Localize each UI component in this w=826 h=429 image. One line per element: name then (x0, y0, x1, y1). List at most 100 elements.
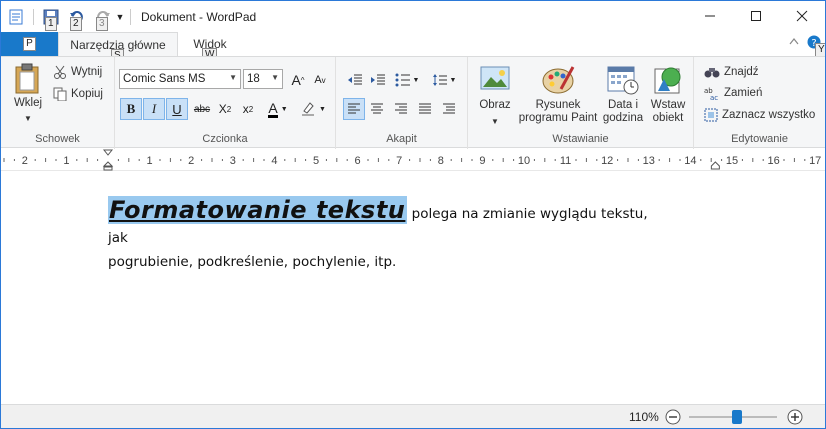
copy-button[interactable]: Kopiuj (53, 84, 103, 104)
ruler-label: 12 (601, 155, 613, 167)
font-family-combo[interactable]: Comic Sans MS ▼ (119, 69, 241, 89)
paragraph-group-label: Akapit (386, 133, 417, 145)
grow-font-button[interactable]: A ^ (287, 69, 309, 91)
object-icon (654, 67, 681, 94)
picture-dropdown-icon[interactable]: ▼ (491, 115, 499, 128)
redo-icon[interactable]: 3 (94, 7, 112, 31)
paste-dropdown-icon[interactable]: ▼ (24, 112, 32, 125)
document-text-line2: pogrubienie, podkreślenie, pochylenie, i… (108, 254, 397, 270)
first-line-indent-marker[interactable] (102, 149, 114, 156)
superscript-button[interactable]: x2 (237, 98, 259, 120)
zoom-slider[interactable] (689, 410, 777, 424)
paint-drawing-button[interactable]: Rysunek programu Paint (516, 65, 600, 125)
date-time-button[interactable]: Data i godzina (601, 65, 645, 125)
quick-access-toolbar: 1 2 3 ▼ (1, 1, 133, 32)
minus-circle-icon (665, 409, 681, 425)
picture-label: Obraz (479, 99, 511, 111)
highlighter-icon (302, 102, 315, 116)
binoculars-icon (704, 68, 720, 78)
paragraph-settings-button[interactable] (438, 98, 460, 120)
ruler-label: 2 (22, 155, 28, 167)
justify-icon (419, 103, 431, 114)
tab-home[interactable]: Narzędzia główne S (58, 32, 178, 63)
font-group: Comic Sans MS ▼ 18 ▼ A ^ Av B I U abc X2 … (115, 57, 336, 149)
calendar-clock-icon (607, 66, 639, 95)
zoom-out-button[interactable] (665, 409, 681, 425)
ruler[interactable]: 2 1 1 2 3 4 5 6 7 8 9 10 11 12 13 14 15 16 17 (1, 149, 825, 171)
justify-button[interactable] (414, 98, 436, 120)
font-color-button[interactable]: A ▼ (263, 98, 293, 120)
undo-icon[interactable]: 2 (68, 7, 86, 31)
svg-text:ac: ac (710, 94, 718, 100)
paragraph-group: ▼ ▼ Akapit (336, 57, 468, 149)
customize-qat-icon[interactable]: ▼ (114, 7, 126, 27)
app-icon[interactable] (7, 7, 25, 27)
highlight-button[interactable]: ▼ (297, 98, 329, 120)
find-button[interactable]: Znajdź (704, 62, 759, 82)
maximize-button[interactable] (733, 1, 779, 31)
paste-button[interactable]: Wklej ▼ (9, 63, 47, 125)
keytip-1: 1 (45, 16, 57, 31)
ruler-label: 5 (313, 155, 319, 167)
paint-label-line2: programu Paint (518, 112, 598, 124)
document-area[interactable]: Formatowanie tekstu polega na zmianie wy… (1, 172, 825, 404)
minimize-button[interactable] (687, 1, 733, 31)
strikethrough-button[interactable]: abc (191, 98, 213, 120)
zoom-slider-thumb[interactable] (731, 410, 742, 424)
tab-view[interactable]: Widok W (179, 32, 241, 62)
underline-button[interactable]: U (166, 98, 188, 120)
picture-icon (480, 66, 510, 90)
replace-button[interactable]: ab ac Zamień (704, 83, 762, 103)
minimize-ribbon-icon[interactable] (788, 35, 800, 49)
close-button[interactable] (779, 1, 825, 31)
increase-indent-button[interactable] (367, 69, 389, 91)
cut-label: Wytnij (71, 66, 103, 78)
paint-palette-icon (542, 66, 575, 94)
font-size-combo[interactable]: 18 ▼ (243, 69, 283, 89)
find-label: Znajdź (724, 66, 759, 78)
ruler-label: 3 (230, 155, 236, 167)
insert-object-button[interactable]: Wstaw obiekt (646, 65, 690, 125)
right-indent-marker[interactable] (710, 161, 720, 170)
bold-button[interactable]: B (120, 98, 142, 120)
ruler-label: 8 (438, 155, 444, 167)
keytip-help: Y (815, 43, 825, 57)
outdent-icon (348, 74, 362, 85)
bullets-button[interactable]: ▼ (391, 69, 423, 91)
select-all-button[interactable]: Zaznacz wszystko (704, 105, 815, 125)
font-color-icon: A (268, 99, 278, 118)
cut-button[interactable]: Wytnij (53, 62, 102, 82)
subscript-button[interactable]: X2 (214, 98, 236, 120)
file-tab[interactable]: P (1, 32, 58, 56)
ruler-label: 15 (726, 155, 738, 167)
help-icon[interactable]: ? Y (807, 35, 825, 57)
status-bar: 110% (1, 404, 825, 428)
replace-label: Zamień (724, 87, 763, 99)
align-left-button[interactable] (343, 98, 365, 120)
save-icon[interactable]: 1 (42, 7, 60, 31)
decrease-indent-button[interactable] (344, 69, 366, 91)
ruler-label: 11 (560, 155, 571, 167)
copy-icon (53, 87, 67, 101)
zoom-in-button[interactable] (787, 409, 803, 425)
align-right-button[interactable] (390, 98, 412, 120)
picture-button[interactable]: Obraz ▼ (474, 65, 516, 128)
align-center-button[interactable] (366, 98, 388, 120)
copy-label: Kopiuj (71, 88, 103, 100)
ruler-label: 7 (396, 155, 402, 167)
keytip-file: P (23, 37, 36, 51)
align-right-icon (395, 103, 407, 114)
shrink-font-button[interactable]: Av (309, 69, 331, 91)
editing-group-label: Edytowanie (731, 133, 788, 145)
ruler-label: 10 (518, 155, 530, 167)
ruler-label: 6 (355, 155, 361, 167)
line-spacing-button[interactable]: ▼ (428, 69, 460, 91)
window-title: Dokument - WordPad (141, 9, 257, 24)
ruler-label: 1 (63, 155, 69, 167)
hanging-indent-marker[interactable] (102, 161, 114, 171)
paste-label: Wklej (13, 97, 43, 109)
paragraph-icon (443, 103, 455, 114)
object-label-line1: Wstaw (650, 99, 686, 111)
select-all-icon (704, 108, 718, 122)
italic-button[interactable]: I (143, 98, 165, 120)
